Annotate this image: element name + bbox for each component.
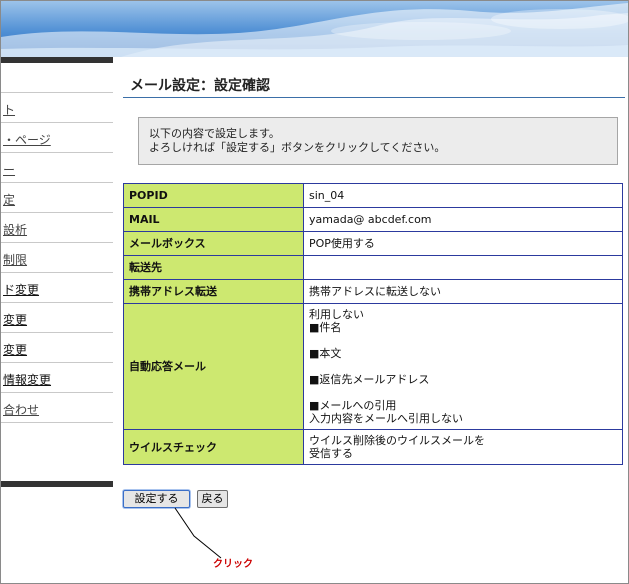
click-callout-arrow (174, 507, 222, 559)
click-annotation-label: クリック (213, 559, 253, 570)
browser-frame: ト ・ページ ー 定 設析 制限 ド変更 変更 変更 情報変更 合わせ メール設… (0, 0, 629, 584)
